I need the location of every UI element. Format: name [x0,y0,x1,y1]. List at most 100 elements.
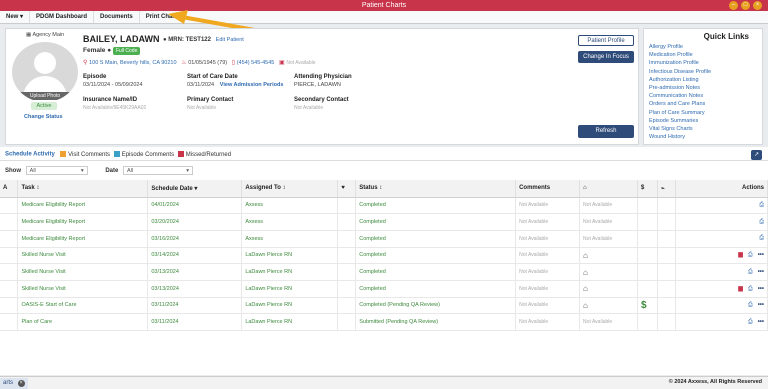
edit-patient-link[interactable]: Edit Patient [216,37,244,43]
soc-label: Start of Care Date [187,74,238,80]
task-link[interactable]: Medicare Eligibility Report [17,213,149,231]
delete-icon[interactable]: ▆ [738,251,743,258]
delete-icon[interactable]: ▆ [738,285,743,292]
comments-cell: Not Available [515,213,581,231]
task-link[interactable]: Medicare Eligibility Report [17,197,149,215]
comments-cell: Not Available [515,280,581,298]
print-icon[interactable]: ⎙ [748,252,753,259]
date-label: Date [105,168,119,174]
task-link[interactable]: Skilled Nurse Visit [17,263,149,281]
copyright-text: © 2024 Axxess, All Rights Reserved [668,379,762,385]
table-row[interactable]: Skilled Nurse Visit 03/13/2024 LaDawn Pier… [0,280,768,298]
column-header[interactable]: ⌁ [657,180,676,198]
quick-link-item[interactable]: Authorization Listing [649,76,757,84]
print-icon[interactable]: ⎙ [748,302,753,309]
pdgm-dashboard-menu[interactable]: PDGM Dashboard [30,11,95,23]
mrn-label: MRN: [168,37,184,43]
schedule-activity-title: Schedule Activity [5,151,55,158]
column-header[interactable]: ⌂ [579,180,638,198]
table-row[interactable]: Medicare Eligibility Report 03/16/2024 Axx… [0,230,768,248]
attachment-cell [657,197,676,215]
change-in-focus-button[interactable]: Change In Focus [578,51,634,63]
close-icon[interactable]: × [753,1,762,10]
table-row[interactable]: Medicare Eligibility Report 04/01/2024 Axx… [0,197,768,215]
quick-link-item[interactable]: Infectious Disease Profile [649,68,757,76]
column-header[interactable]: Task ↕ [17,180,149,198]
task-link[interactable]: Plan of Care [17,313,149,331]
print-icon[interactable]: ⎙ [748,319,753,326]
legend-swatch [178,151,185,157]
column-header[interactable]: Schedule Date ▾ [147,180,243,198]
minimize-icon[interactable]: – [729,1,738,10]
new-menu[interactable]: New ▾ [0,11,31,23]
quick-link-item[interactable]: Allergy Profile [649,43,757,51]
documents-menu[interactable]: Documents [94,11,140,23]
more-icon[interactable]: ••• [758,252,764,258]
activity-header: Schedule Activity Visit Comments Episode… [5,151,231,158]
task-link[interactable]: OASIS-E Start of Care [17,297,149,315]
quick-link-item[interactable]: Communication Notes [649,92,757,100]
assigned-to-cell: LaDawn Pierce RN [241,263,339,281]
status-cell: Completed [355,263,517,281]
print-icon[interactable]: ⎙ [748,269,753,276]
home-cell: Not Available [579,197,638,215]
table-row[interactable]: Skilled Nurse Visit 03/13/2024 LaDawn Pier… [0,263,768,281]
table-row[interactable]: Plan of Care 03/11/2024 LaDawn Pierce RN Su… [0,313,768,331]
print-icon[interactable]: ⎙ [759,202,764,209]
cake-icon: ♨ [181,60,187,66]
table-row[interactable]: OASIS-E Start of Care 03/11/2024 LaDawn Pi… [0,297,768,315]
table-row[interactable]: Skilled Nurse Visit 03/14/2024 LaDawn Pier… [0,247,768,265]
row-a-cell [0,280,19,298]
quick-link-item[interactable]: Wound History [649,133,757,141]
show-select[interactable]: All ▾ [25,166,88,175]
change-status-link[interactable]: Change Status [24,114,63,120]
assigned-to-cell: Axxess [241,197,339,215]
column-header[interactable]: Status ↕ [355,180,517,198]
actions-cell: ⎙ ••• [675,313,768,331]
more-icon[interactable]: ••• [758,319,764,325]
view-admission-periods-link[interactable]: View Admission Periods [220,82,284,88]
open-tab[interactable]: arts × [0,378,28,389]
more-icon[interactable]: ••• [758,302,764,308]
tab-close-icon[interactable]: × [17,380,25,387]
schedule-date-cell: 03/16/2024 [147,230,243,248]
quick-link-item[interactable]: Plan of Care Summary [649,109,757,117]
address-link[interactable]: 100 S Main, Beverly hills, CA 90210 [89,60,176,66]
column-header[interactable]: Actions [675,180,768,198]
building-icon: ▦ [26,32,32,38]
upload-photo-button[interactable]: Upload Photo [12,92,78,100]
table-row[interactable]: Medicare Eligibility Report 03/20/2024 Axx… [0,213,768,231]
show-label: Show [5,168,21,174]
quick-link-item[interactable]: Episode Summaries [649,117,757,125]
column-header[interactable]: Comments [515,180,581,198]
task-link[interactable]: Skilled Nurse Visit [17,247,149,265]
print-icon[interactable]: ⎙ [759,235,764,242]
patient-avatar[interactable]: Upload Photo [12,42,78,102]
column-header[interactable]: Assigned To ↕ [241,180,339,198]
quick-link-item[interactable]: Immunization Profile [649,59,757,67]
actions-cell: ⎙ [675,197,768,215]
date-select[interactable]: All ▾ [123,166,194,175]
home-cell: ⌂ [579,247,638,265]
print-icon[interactable]: ⎙ [748,286,753,293]
patient-profile-button[interactable]: Patient Profile [578,35,634,46]
column-header[interactable]: ♥ [337,180,357,198]
more-icon[interactable]: ••• [758,269,764,275]
task-link[interactable]: Medicare Eligibility Report [17,230,149,248]
quick-link-item[interactable]: Pre-admission Notes [649,84,757,92]
billing-cell [637,280,658,298]
column-header[interactable]: $ [637,180,658,198]
phone-link[interactable]: (454) 545-4545 [237,60,275,66]
refresh-button[interactable]: Refresh [578,125,634,138]
more-icon[interactable]: ••• [758,286,764,292]
quick-link-item[interactable]: Orders and Care Plans [649,100,757,108]
column-header[interactable]: A [0,180,19,198]
quick-link-item[interactable]: Medication Profile [649,51,757,59]
attachment-cell [657,247,676,265]
maximize-icon[interactable]: □ [741,1,750,10]
task-link[interactable]: Skilled Nurse Visit [17,280,149,298]
print-icon[interactable]: ⎙ [759,219,764,226]
billing-cell [637,213,658,231]
quick-link-item[interactable]: Vital Signs Charts [649,125,757,133]
expand-icon[interactable]: ↗ [751,150,762,160]
